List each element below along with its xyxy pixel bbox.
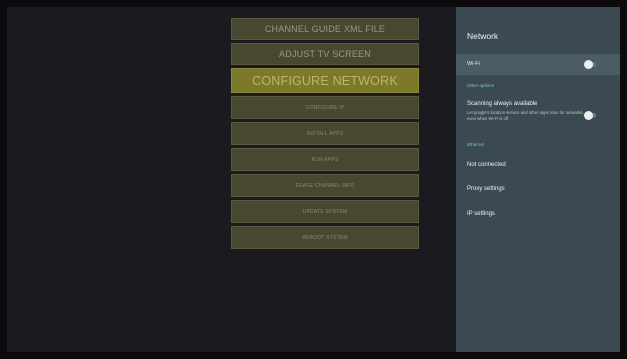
menu-item-reboot-system[interactable]: REBOOT SYSTEM — [231, 226, 419, 249]
network-settings-panel: Network Wi-Fi Other options Scanning alw… — [456, 7, 620, 352]
scanning-toggle[interactable] — [584, 111, 596, 120]
proxy-settings-item[interactable]: Proxy settings — [467, 186, 505, 192]
scanning-toggle-knob — [584, 111, 593, 120]
menu-item-adjust-tv-screen[interactable]: ADJUST TV SCREEN — [231, 43, 419, 65]
scanning-always-available-title[interactable]: Scanning always available — [467, 101, 537, 107]
wifi-toggle-knob — [584, 60, 593, 69]
wifi-row[interactable]: Wi-Fi — [456, 54, 620, 75]
wifi-toggle[interactable] — [584, 60, 596, 69]
other-options-label: Other options — [467, 83, 495, 88]
menu-item-channel-guide-xml-file[interactable]: CHANNEL GUIDE XML FILE — [231, 18, 419, 40]
ethernet-label: Ethernet — [467, 142, 485, 147]
panel-title: Network — [467, 31, 499, 41]
menu-item-run-apps[interactable]: RUN APPS — [231, 148, 419, 171]
ethernet-status[interactable]: Not connected — [467, 162, 506, 168]
main-menu: CHANNEL GUIDE XML FILE ADJUST TV SCREEN … — [231, 18, 419, 249]
menu-item-update-system[interactable]: UPDATE SYSTEM — [231, 200, 419, 223]
ip-settings-item[interactable]: IP settings — [467, 211, 495, 217]
scanning-description: Let google's location service and other … — [467, 110, 584, 121]
menu-item-erase-channel-info[interactable]: ERASE CHANNEL INFO — [231, 174, 419, 197]
menu-item-install-apps[interactable]: INSTALL APPS — [231, 122, 419, 145]
wifi-label: Wi-Fi — [467, 61, 480, 67]
menu-item-configure-ip[interactable]: CONFIGURE IP — [231, 96, 419, 119]
tv-screen: CHANNEL GUIDE XML FILE ADJUST TV SCREEN … — [0, 0, 627, 359]
menu-item-configure-network[interactable]: CONFIGURE NETWORK — [231, 68, 419, 93]
